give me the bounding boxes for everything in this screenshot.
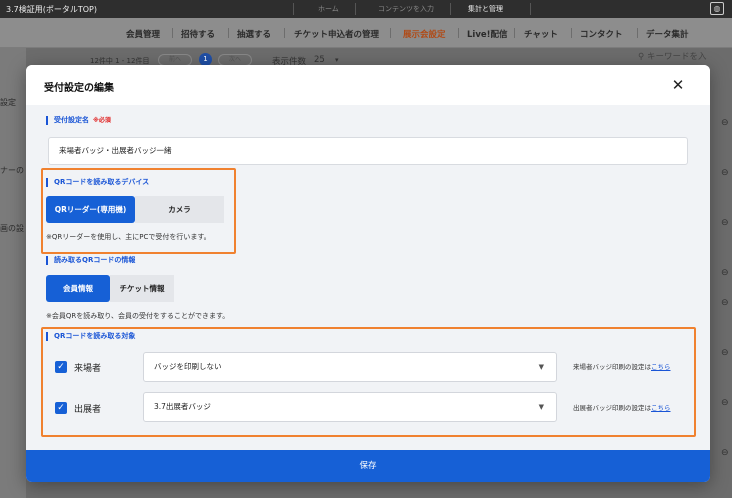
row-action-icon[interactable]: ⊖ [721,448,729,458]
info-section-label: 読み取るQRコードの情報 [46,256,135,265]
nav-ticket[interactable]: チケット申込者の管理 [294,28,379,40]
device-section-label: QRコードを読み取るデバイス [46,178,149,187]
save-button[interactable]: 保存 [26,450,710,482]
exhibitor-label: 出展者 [74,405,102,415]
nav-member[interactable]: 会員管理 [126,28,160,40]
sidebar-item-3[interactable]: 画の設 [0,223,24,234]
visitor-badge-value: バッジを印刷しない [154,362,222,371]
top-separator [355,3,356,15]
dialog-header: 受付設定の編集 ✕ [26,65,710,105]
info-option-member[interactable]: 会員情報 [46,275,110,302]
row-action-icon[interactable]: ⊖ [721,398,729,408]
nav-separator [637,28,638,38]
search-placeholder: キーワードを入 [646,52,707,62]
exhibitor-badge-hint: 出展者バッジ印刷の設定はこちら [573,402,671,412]
nav-separator [458,28,459,38]
top-link-content[interactable]: コンテンツを入力 [378,4,434,14]
globe-icon[interactable]: ◍ [710,2,724,15]
sidebar: 設定 ナーの 画の設 [0,48,26,498]
top-bar: 3.7検証用(ポータルTOP) ホーム コンテンツを入力 集計と管理 ◍ [0,0,732,18]
visitor-checkbox[interactable]: ✓ [55,361,67,373]
row-action-icon[interactable]: ⊖ [721,168,729,178]
top-separator [530,3,531,15]
device-option-qr-reader[interactable]: QRリーダー(専用機) [46,196,135,223]
nav-data[interactable]: データ集計 [646,28,689,40]
visitor-hint-text: 来場者バッジ印刷の設定は [573,363,651,371]
exhibitor-badge-value: 3.7出展者バッジ [154,402,211,411]
required-badge: ※必須 [93,117,111,124]
sidebar-item-2[interactable]: ナーの [0,165,24,176]
nav-invite[interactable]: 招待する [181,28,215,40]
reception-name-input[interactable]: 来場者バッジ・出展者バッジ一緒 [48,137,688,165]
row-action-icon[interactable]: ⊖ [721,298,729,308]
info-option-ticket[interactable]: チケット情報 [110,275,174,302]
row-action-icon[interactable]: ⊖ [721,218,729,228]
visitor-hint-link[interactable]: こちら [651,363,671,371]
dialog-title: 受付設定の編集 [44,83,114,94]
target-section-label: QRコードを読み取る対象 [46,332,135,341]
nav-live[interactable]: Live!配信 [467,28,508,40]
row-action-icon[interactable]: ⊖ [721,118,729,128]
device-note: ※QRリーダーを使用し、主にPCで受付を行います。 [46,233,211,241]
nav-contact[interactable]: コンタクト [580,28,623,40]
top-link-home[interactable]: ホーム [318,4,339,14]
top-separator [293,3,294,15]
nav-separator [228,28,229,38]
name-label-text: 受付設定名 [54,116,89,124]
exhibitor-hint-link[interactable]: こちら [651,404,671,412]
exhibitor-badge-select[interactable]: 3.7出展者バッジ ▼ [143,392,557,422]
chevron-down-icon[interactable]: ▾ [335,56,339,64]
exhibitor-checkbox[interactable]: ✓ [55,402,67,414]
nav-separator [571,28,572,38]
nav-separator [390,28,391,38]
per-page-select[interactable]: 25 [314,55,325,65]
nav-chat[interactable]: チャット [524,28,558,40]
top-link-manage[interactable]: 集計と管理 [468,4,503,14]
nav-separator [284,28,285,38]
row-action-icon[interactable]: ⊖ [721,348,729,358]
top-separator [450,3,451,15]
reception-settings-dialog: 受付設定の編集 ✕ 受付設定名 ※必須 来場者バッジ・出展者バッジ一緒 QRコード… [26,65,710,482]
main-nav: 会員管理 招待する 抽選する チケット申込者の管理 展示会設定 Live!配信 … [0,18,732,48]
search-icon: ⚲ [638,52,645,62]
visitor-label: 来場者 [74,364,102,374]
exhibitor-hint-text: 出展者バッジ印刷の設定は [573,404,651,412]
row-action-icon[interactable]: ⊖ [721,268,729,278]
close-icon[interactable]: ✕ [668,75,688,95]
chevron-down-icon: ▼ [538,403,544,411]
device-option-camera[interactable]: カメラ [135,196,224,223]
app-title: 3.7検証用(ポータルTOP) [6,5,97,14]
visitor-badge-select[interactable]: バッジを印刷しない ▼ [143,352,557,382]
chevron-down-icon: ▼ [538,363,544,371]
name-section-label: 受付設定名 ※必須 [46,116,111,125]
nav-exhibition[interactable]: 展示会設定 [403,28,446,40]
info-note: ※会員QRを読み取り、会員の受付をすることができます。 [46,312,230,320]
nav-lottery[interactable]: 抽選する [237,28,271,40]
nav-separator [172,28,173,38]
nav-separator [514,28,515,38]
sidebar-item-settings[interactable]: 設定 [0,97,16,108]
visitor-badge-hint: 来場者バッジ印刷の設定はこちら [573,361,671,371]
